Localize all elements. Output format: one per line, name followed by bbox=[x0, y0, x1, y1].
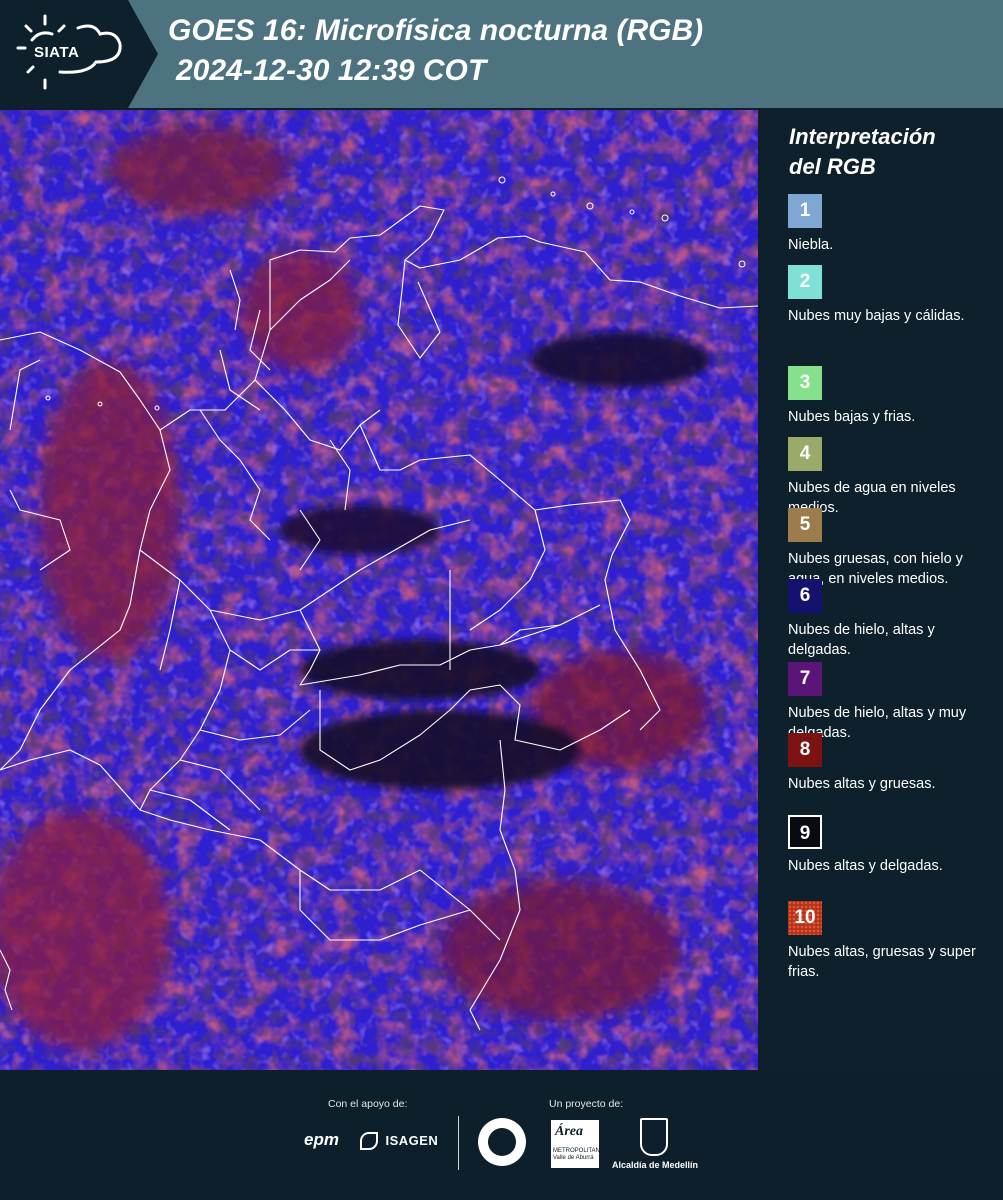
legend-item: 3 Nubes bajas y frias. bbox=[788, 366, 998, 428]
legend-label: Nubes bajas y frias. bbox=[788, 409, 916, 425]
legend-item: 8 Nubes altas y gruesas. bbox=[788, 733, 998, 795]
legend-label: Nubes altas, gruesas y super frias. bbox=[788, 944, 976, 980]
header-bar: SIATA GOES 16: Microfísica nocturna (RGB… bbox=[0, 0, 1003, 108]
legend-swatch: 5 bbox=[788, 508, 822, 542]
legend-swatch: 1 bbox=[788, 194, 822, 228]
area-metropolitana-logo: Área METROPOLITANA Valle de Aburrá bbox=[551, 1120, 604, 1168]
legend-swatch: 3 bbox=[788, 366, 822, 400]
legend-swatch: 8 bbox=[788, 733, 822, 767]
legend-label: Nubes muy bajas y cálidas. bbox=[788, 308, 965, 324]
alcaldia-medellin-label: Alcaldía de Medellín bbox=[612, 1160, 699, 1170]
legend-item: 10 Nubes altas, gruesas y super frias. bbox=[788, 901, 998, 982]
legend-swatch: 2 bbox=[788, 265, 822, 299]
legend-item: 9 Nubes altas y delgadas. bbox=[788, 815, 998, 877]
legend-item: 5 Nubes gruesas, con hielo y agua, en niv… bbox=[788, 508, 998, 589]
satellite-map bbox=[0, 110, 758, 1070]
siata-logo: SIATA bbox=[0, 0, 160, 108]
legend-label: Nubes de hielo, altas y delgadas. bbox=[788, 622, 935, 658]
satellite-rgb-image bbox=[0, 110, 758, 1070]
page-title: GOES 16: Microfísica nocturna (RGB) bbox=[168, 14, 704, 47]
legend-item: 4Nubes de agua en niveles medios. bbox=[788, 437, 998, 518]
isagen-logo: ISAGEN bbox=[360, 1132, 438, 1150]
legend-panel: Interpretación del RGB 1 Niebla. 2 Nubes mu… bbox=[760, 110, 1003, 1070]
legend-swatch: 6 bbox=[788, 579, 822, 613]
legend-swatch: 4 bbox=[788, 437, 822, 471]
legend-label: Nubes altas y delgadas. bbox=[788, 858, 943, 874]
legend-swatch: 9 bbox=[788, 815, 822, 849]
legend-label: Niebla. bbox=[788, 237, 834, 253]
epm-logo: epm bbox=[304, 1130, 339, 1149]
legend-item: 1 Niebla. bbox=[788, 194, 998, 256]
legend-title: Interpretación del RGB bbox=[789, 122, 936, 182]
legend-item: 7Nubes de hielo, altas y muy delgadas. bbox=[788, 662, 998, 743]
logo-text: SIATA bbox=[34, 44, 80, 61]
support-label: Con el apoyo de: bbox=[328, 1098, 408, 1110]
medellin-shield-icon bbox=[640, 1118, 668, 1156]
legend-swatch: 7 bbox=[788, 662, 822, 696]
university-seal-icon bbox=[478, 1118, 526, 1166]
project-label: Un proyecto de: bbox=[549, 1098, 624, 1110]
legend-title-line2: del RGB bbox=[789, 154, 876, 179]
isagen-icon bbox=[360, 1132, 378, 1150]
legend-item: 2 Nubes muy bajas y cálidas. bbox=[788, 265, 998, 327]
isagen-logo-text: ISAGEN bbox=[385, 1133, 439, 1149]
page-timestamp: 2024-12-30 12:39 COT bbox=[176, 54, 487, 87]
legend-label: Nubes altas y gruesas. bbox=[788, 776, 936, 792]
legend-item: 6 Nubes de hielo, altas y delgadas. bbox=[788, 579, 998, 660]
footer-divider bbox=[458, 1116, 459, 1170]
legend-title-line1: Interpretación bbox=[789, 124, 936, 149]
footer: Con el apoyo de: Un proyecto de: epm ISA… bbox=[0, 1070, 1003, 1200]
legend-swatch: 10 bbox=[788, 901, 822, 935]
